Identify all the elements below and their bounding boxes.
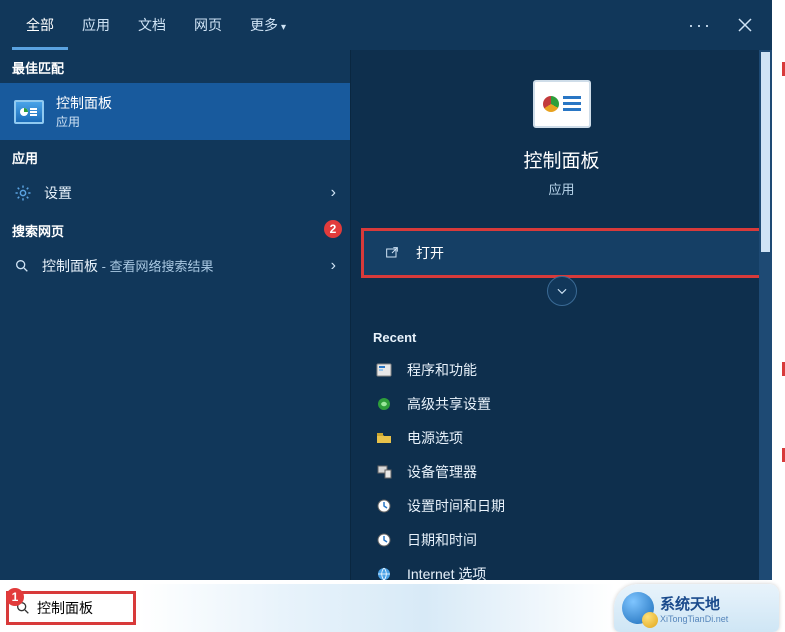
recent-item-label: 程序和功能: [407, 360, 477, 380]
recent-item-label: 日期和时间: [407, 530, 477, 550]
chevron-down-icon: [555, 284, 569, 298]
preview-title: 控制面板: [361, 146, 762, 173]
open-button-label: 打开: [416, 243, 444, 263]
tab-web[interactable]: 网页: [180, 1, 236, 50]
search-icon: [14, 258, 30, 274]
row-settings-label: 设置: [44, 183, 72, 203]
control-panel-icon-large: [533, 80, 591, 128]
more-options-icon[interactable]: ···: [688, 15, 712, 36]
recent-item-power[interactable]: 电源选项: [371, 421, 762, 455]
chevron-right-icon: ›: [331, 184, 336, 202]
best-match-header: 最佳匹配: [0, 50, 350, 83]
clock-icon: [375, 497, 393, 515]
open-button[interactable]: 打开: [361, 228, 762, 278]
chevron-right-icon: ›: [331, 257, 336, 275]
programs-icon: [375, 361, 393, 379]
search-window: 全部 应用 文档 网页 更多▾ ··· 最佳匹配 控制面板 应: [0, 0, 772, 580]
best-match-subtitle: 应用: [56, 113, 112, 130]
taskbar-search[interactable]: [6, 591, 136, 625]
watermark-sub: XiTongTianDi.net: [660, 614, 728, 624]
tab-more-label: 更多: [250, 17, 278, 33]
scrollbar-thumb[interactable]: [761, 52, 770, 252]
recent-item-sharing[interactable]: 高级共享设置: [371, 387, 762, 421]
annotation-badge-2: 2: [324, 220, 342, 238]
apps-header: 应用: [0, 140, 350, 173]
clock-icon: [375, 531, 393, 549]
watermark-globe-icon: [622, 592, 654, 624]
sharing-icon: [375, 395, 393, 413]
preview-pane: 控制面板 应用 打开 Recent 程序和功能 高级共享设置: [350, 50, 772, 580]
row-web-title: 控制面板 - 查看网络搜索结果: [42, 256, 214, 276]
recent-item-date-time[interactable]: 日期和时间: [371, 523, 762, 557]
scrollbar[interactable]: [759, 50, 772, 580]
recent-item-device-manager[interactable]: 设备管理器: [371, 455, 762, 489]
recent-item-internet-options[interactable]: Internet 选项: [371, 557, 762, 580]
recent-item-label: 设置时间和日期: [407, 496, 505, 516]
preview-header: 控制面板 应用: [351, 50, 772, 216]
recent-header: Recent: [371, 322, 762, 353]
tab-more[interactable]: 更多▾: [236, 1, 300, 50]
search-input[interactable]: [37, 600, 125, 616]
recent-item-label: 高级共享设置: [407, 394, 491, 414]
annotation-badge-1: 1: [6, 588, 24, 606]
chevron-down-icon: ▾: [281, 22, 286, 33]
gear-icon: [14, 184, 32, 202]
web-header: 搜索网页: [0, 213, 350, 246]
preview-subtitle: 应用: [361, 179, 762, 198]
best-match-text: 控制面板 应用: [56, 93, 112, 130]
watermark: 系统天地 XiTongTianDi.net: [614, 584, 779, 632]
control-panel-icon: [14, 100, 44, 124]
device-icon: [375, 463, 393, 481]
filter-tabs: 全部 应用 文档 网页 更多▾: [12, 1, 300, 50]
body: 最佳匹配 控制面板 应用 应用 设置 › 搜索网页 控制面板 - 查看网络搜索结…: [0, 50, 772, 580]
recent-item-label: 设备管理器: [407, 462, 477, 482]
tab-all[interactable]: 全部: [12, 1, 68, 50]
tab-docs[interactable]: 文档: [124, 1, 180, 50]
close-button[interactable]: [730, 10, 760, 40]
row-web-search[interactable]: 控制面板 - 查看网络搜索结果 ›: [0, 246, 350, 286]
recent-item-label: 电源选项: [407, 428, 463, 448]
close-icon: [737, 17, 753, 33]
watermark-title: 系统天地: [660, 593, 728, 614]
folder-icon: [375, 429, 393, 447]
globe-icon: [375, 565, 393, 580]
taskbar-area: [140, 584, 615, 632]
tab-apps[interactable]: 应用: [68, 1, 124, 50]
top-bar: 全部 应用 文档 网页 更多▾ ···: [0, 0, 772, 50]
recent-item-label: Internet 选项: [407, 564, 486, 580]
open-icon: [384, 245, 400, 261]
results-pane: 最佳匹配 控制面板 应用 应用 设置 › 搜索网页 控制面板 - 查看网络搜索结…: [0, 50, 350, 580]
recent-block: Recent 程序和功能 高级共享设置 电源选项 设备管理器: [351, 314, 772, 580]
best-match-title: 控制面板: [56, 93, 112, 113]
best-match-item[interactable]: 控制面板 应用: [0, 83, 350, 140]
recent-item-datetime-settings[interactable]: 设置时间和日期: [371, 489, 762, 523]
top-right-controls: ···: [688, 10, 760, 40]
recent-item-programs[interactable]: 程序和功能: [371, 353, 762, 387]
row-settings[interactable]: 设置 ›: [0, 173, 350, 213]
expand-button[interactable]: [547, 276, 577, 306]
